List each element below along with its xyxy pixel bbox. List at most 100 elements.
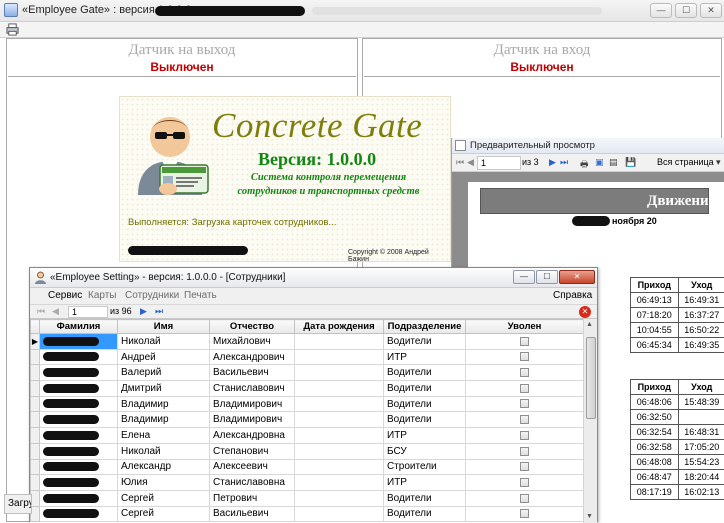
birth-date-cell[interactable] [294, 489, 384, 507]
birth-date-cell[interactable] [294, 474, 384, 491]
last-page-icon[interactable]: ⏭ [560, 157, 568, 168]
scrollbar-thumb[interactable] [586, 337, 596, 419]
birth-date-cell[interactable] [294, 364, 384, 382]
first-name-cell[interactable]: Андрей [117, 348, 210, 366]
next-record-icon[interactable]: ▶ [140, 306, 147, 317]
surname-cell[interactable] [39, 489, 118, 507]
dismissed-cell[interactable] [465, 505, 584, 523]
first-name-cell[interactable]: Сергей [117, 505, 210, 523]
birth-date-cell[interactable] [294, 505, 384, 523]
dismissed-cell[interactable] [465, 474, 584, 491]
dismissed-cell[interactable] [465, 364, 584, 382]
dismissed-checkbox[interactable] [520, 462, 529, 472]
birth-date-cell[interactable] [294, 333, 384, 350]
preview-page-input[interactable]: 1 [477, 156, 521, 170]
row-header[interactable] [30, 442, 40, 460]
middle-name-cell[interactable]: Александрович [209, 348, 295, 366]
dismissed-checkbox[interactable] [520, 383, 529, 393]
department-cell[interactable]: Водители [383, 489, 466, 507]
middle-name-cell[interactable]: Владимирович [209, 395, 295, 413]
row-header[interactable] [30, 395, 40, 413]
col-birth-date[interactable]: Дата рождения [294, 319, 384, 334]
middle-name-cell[interactable]: Владимирович [209, 411, 295, 429]
menu-print[interactable]: Печать [184, 290, 217, 301]
dismissed-cell[interactable] [465, 380, 584, 397]
table-row[interactable]: Сергей Васильевич Водители [30, 505, 584, 523]
prev-record-icon[interactable]: ◀ [52, 306, 59, 317]
menu-employees[interactable]: Сотрудники [125, 290, 179, 301]
next-page-icon[interactable]: ▶ [549, 157, 556, 168]
dismissed-checkbox[interactable] [520, 509, 529, 519]
dismissed-checkbox[interactable] [520, 446, 529, 456]
dismissed-checkbox[interactable] [520, 430, 529, 440]
surname-cell[interactable] [39, 333, 118, 350]
zoom-select[interactable]: Вся страница [657, 157, 714, 167]
first-name-cell[interactable]: Сергей [117, 489, 210, 507]
col-department[interactable]: Подразделение [383, 319, 466, 334]
table-row[interactable]: Владимир Владимирович Водители [30, 411, 584, 429]
birth-date-cell[interactable] [294, 427, 384, 444]
dismissed-cell[interactable] [465, 489, 584, 507]
status-tab[interactable]: Загру [4, 494, 32, 514]
table-row[interactable]: Владимир Владимирович Водители [30, 395, 584, 413]
department-cell[interactable]: ИТР [383, 474, 466, 491]
department-cell[interactable]: Водители [383, 505, 466, 523]
department-cell[interactable]: Водители [383, 411, 466, 429]
scroll-down-icon[interactable]: ▼ [586, 513, 593, 520]
table-row[interactable]: Сергей Петрович Водители [30, 489, 584, 507]
table-row[interactable]: Андрей Александрович ИТР [30, 348, 584, 366]
dismissed-cell[interactable] [465, 427, 584, 444]
table-row[interactable]: Валерий Васильевич Водители [30, 364, 584, 382]
scroll-up-icon[interactable]: ▲ [586, 321, 593, 328]
first-name-cell[interactable]: Елена [117, 427, 210, 444]
dismissed-checkbox[interactable] [520, 336, 529, 346]
dismissed-cell[interactable] [465, 442, 584, 460]
print-icon[interactable] [6, 23, 19, 36]
menu-service[interactable]: Сервис [48, 290, 82, 301]
middle-name-cell[interactable]: Алексеевич [209, 458, 295, 476]
department-cell[interactable]: Водители [383, 380, 466, 397]
row-header[interactable]: ▶ [30, 333, 40, 350]
department-cell[interactable]: Водители [383, 395, 466, 413]
row-header[interactable] [30, 348, 40, 366]
col-dismissed[interactable]: Уволен [465, 319, 584, 334]
birth-date-cell[interactable] [294, 411, 384, 429]
record-position-input[interactable]: 1 [68, 306, 108, 318]
table-row[interactable]: Александр Алексеевич Строители [30, 458, 584, 476]
dismissed-cell[interactable] [465, 333, 584, 350]
dismissed-cell[interactable] [465, 395, 584, 413]
department-cell[interactable]: БСУ [383, 442, 466, 460]
row-header[interactable] [30, 474, 40, 491]
surname-cell[interactable] [39, 411, 118, 429]
maximize-button[interactable]: ☐ [675, 3, 697, 18]
middle-name-cell[interactable]: Васильевич [209, 505, 295, 523]
dismissed-cell[interactable] [465, 411, 584, 429]
department-cell[interactable]: ИТР [383, 348, 466, 366]
surname-cell[interactable] [39, 474, 118, 491]
surname-cell[interactable] [39, 395, 118, 413]
table-row[interactable]: ▶ Николай Михайлович Водители [30, 333, 584, 350]
table-row[interactable]: Дмитрий Станиславович Водители [30, 380, 584, 397]
minimize-button[interactable]: — [513, 270, 535, 284]
middle-name-cell[interactable]: Михайлович [209, 333, 295, 350]
surname-cell[interactable] [39, 364, 118, 382]
col-first-name[interactable]: Имя [117, 319, 210, 334]
surname-cell[interactable] [39, 458, 118, 476]
first-name-cell[interactable]: Владимир [117, 411, 210, 429]
dismissed-checkbox[interactable] [520, 493, 529, 503]
first-name-cell[interactable]: Александр [117, 458, 210, 476]
birth-date-cell[interactable] [294, 442, 384, 460]
department-cell[interactable]: Водители [383, 364, 466, 382]
middle-name-cell[interactable]: Васильевич [209, 364, 295, 382]
row-header[interactable] [30, 380, 40, 397]
chevron-down-icon[interactable]: ▾ [716, 157, 721, 168]
save-icon[interactable]: 💾 [625, 157, 636, 168]
department-cell[interactable]: Водители [383, 333, 466, 350]
surname-cell[interactable] [39, 427, 118, 444]
dismissed-cell[interactable] [465, 348, 584, 366]
menu-cards[interactable]: Карты [88, 290, 117, 301]
close-button[interactable]: ✕ [700, 3, 722, 18]
dismissed-checkbox[interactable] [520, 368, 529, 378]
dismissed-cell[interactable] [465, 458, 584, 476]
dismissed-checkbox[interactable] [520, 352, 529, 362]
